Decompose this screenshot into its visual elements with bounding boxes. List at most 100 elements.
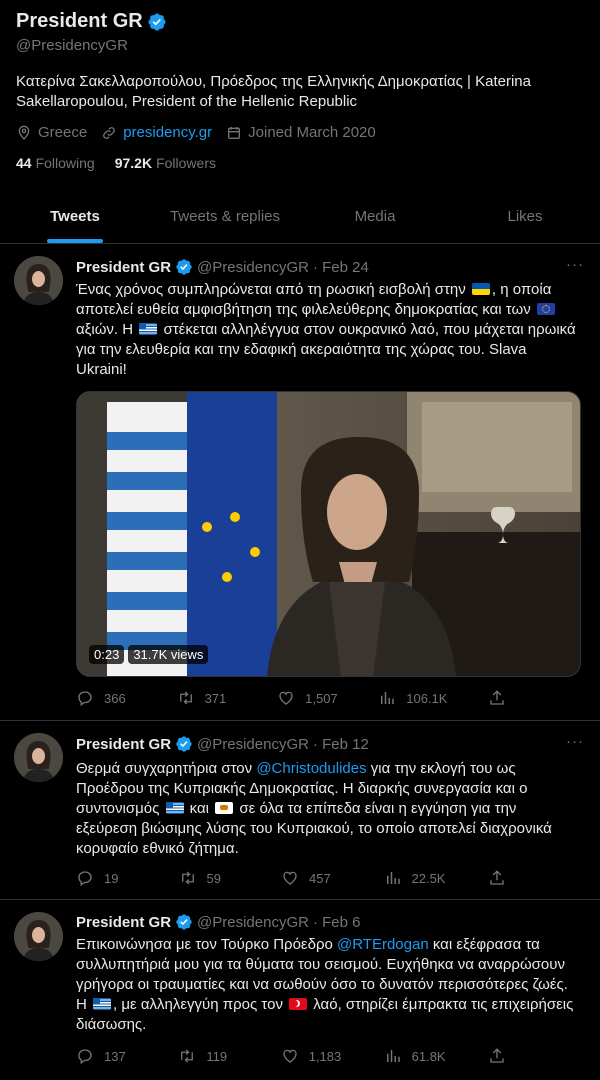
- website-item[interactable]: presidency.gr: [101, 124, 212, 141]
- link-icon: [103, 126, 116, 139]
- retweet-icon: [178, 1047, 196, 1065]
- tweet-author-handle[interactable]: @PresidencyGR: [197, 736, 309, 753]
- tweet-text-part: Επικοινώνησα με τον Τούρκο Πρόεδρο: [76, 936, 333, 953]
- tweet-actions: 137 119 1,183 61.8K: [76, 1047, 506, 1065]
- calendar-icon: [228, 126, 241, 139]
- tweet-author-handle[interactable]: @PresidencyGR: [197, 914, 309, 931]
- share-icon: [488, 689, 506, 707]
- retweet-button[interactable]: 119: [178, 1047, 238, 1065]
- reply-button[interactable]: 137: [76, 1047, 136, 1065]
- tweet[interactable]: President GR @PresidencyGR · Feb 6 Επικο…: [0, 900, 600, 1080]
- tweet-author-name[interactable]: President GR: [76, 259, 171, 276]
- cyprus-flag-icon: [215, 802, 234, 814]
- tweet[interactable]: President GR @PresidencyGR · Feb 24 ··· …: [0, 244, 600, 721]
- greece-flag-icon: [139, 323, 158, 335]
- tweet-author-handle[interactable]: @PresidencyGR: [197, 259, 309, 276]
- followers-label: Followers: [156, 155, 216, 171]
- verified-badge-icon[interactable]: [175, 735, 193, 753]
- like-count: 457: [309, 870, 331, 886]
- like-button[interactable]: 1,183: [281, 1047, 342, 1065]
- following-link[interactable]: 44 Following: [16, 155, 95, 171]
- retweet-count: 59: [206, 870, 221, 886]
- tweet-text-part: και: [189, 800, 209, 817]
- retweet-button[interactable]: 371: [177, 689, 237, 707]
- follow-stats: 44 Following 97.2K Followers: [16, 155, 216, 171]
- tab-label: Media: [354, 208, 396, 225]
- avatar[interactable]: [14, 256, 63, 305]
- reply-count: 137: [104, 1048, 126, 1064]
- more-options-icon[interactable]: ···: [566, 733, 584, 750]
- tab-tweets-replies[interactable]: Tweets & replies: [150, 190, 300, 243]
- reply-icon: [76, 689, 94, 707]
- share-icon: [488, 869, 506, 887]
- profile-tabs: Tweets Tweets & replies Media Likes: [0, 190, 600, 244]
- profile-bio: Κατερίνα Σακελλαροπούλου, Πρόεδρος της Ε…: [16, 73, 531, 110]
- retweet-button[interactable]: 59: [179, 869, 239, 887]
- tweet-actions: 19 59 457 22.5K: [76, 869, 506, 887]
- following-label: Following: [35, 155, 95, 171]
- like-button[interactable]: 457: [281, 869, 341, 887]
- reply-icon: [76, 1047, 94, 1065]
- tweet-text: Επικοινώνησα με τον Τούρκο Πρόεδρο @RTEr…: [76, 935, 576, 1035]
- tweet-header: President GR @PresidencyGR · Feb 6: [76, 913, 361, 931]
- location-text: Greece: [38, 124, 88, 141]
- tweet-text-part: αξιών. Η: [76, 321, 134, 338]
- more-options-icon[interactable]: ···: [566, 256, 584, 273]
- retweet-count: 371: [204, 690, 227, 706]
- tweet-date[interactable]: · Feb 24: [313, 259, 369, 276]
- tweet-video[interactable]: 0:23 31.7K views: [76, 391, 581, 677]
- eu-flag-icon: [536, 303, 555, 315]
- retweet-icon: [179, 869, 197, 887]
- greece-flag-icon: [93, 998, 112, 1010]
- verified-badge-icon[interactable]: [147, 12, 167, 32]
- views-count: 106.1K: [406, 690, 448, 706]
- share-button[interactable]: [488, 869, 506, 887]
- following-count: 44: [16, 155, 32, 171]
- website-link[interactable]: presidency.gr: [123, 124, 212, 141]
- avatar[interactable]: [14, 912, 63, 961]
- verified-badge-icon[interactable]: [175, 258, 193, 276]
- location-item: Greece: [16, 124, 87, 141]
- share-button[interactable]: [488, 1047, 506, 1065]
- video-duration: 0:23: [89, 645, 125, 664]
- tweet[interactable]: President GR @PresidencyGR · Feb 12 ··· …: [0, 721, 600, 900]
- tab-tweets[interactable]: Tweets: [0, 190, 150, 243]
- share-button[interactable]: [488, 689, 506, 707]
- tweet-author-name[interactable]: President GR: [76, 914, 171, 931]
- reply-button[interactable]: 19: [76, 869, 136, 887]
- tab-likes[interactable]: Likes: [450, 190, 600, 243]
- views-icon: [378, 689, 396, 707]
- views-button[interactable]: 106.1K: [378, 689, 447, 707]
- views-count: 61.8K: [411, 1048, 446, 1064]
- followers-link[interactable]: 97.2K Followers: [115, 155, 216, 171]
- video-thumbnail: [77, 392, 580, 676]
- reply-button[interactable]: 366: [76, 689, 136, 707]
- mention-link[interactable]: @RTErdogan: [337, 936, 429, 953]
- tweet-text: Θερμά συγχαρητήρια στον @Christodulides …: [76, 759, 576, 859]
- like-count: 1,183: [308, 1048, 342, 1064]
- verified-badge-icon[interactable]: [175, 913, 193, 931]
- tweet-actions: 366 371 1,507 106.1K: [76, 689, 506, 707]
- tab-media[interactable]: Media: [300, 190, 450, 243]
- profile-meta: Greece presidency.gr Joined March 2020: [16, 124, 376, 141]
- mention-link[interactable]: @Christodulides: [256, 760, 366, 777]
- like-button[interactable]: 1,507: [277, 689, 338, 707]
- tweet-date[interactable]: · Feb 12: [313, 736, 369, 753]
- views-button[interactable]: 61.8K: [384, 1047, 446, 1065]
- video-views: 31.7K views: [128, 645, 209, 664]
- avatar[interactable]: [14, 733, 63, 782]
- tweet-author-name[interactable]: President GR: [76, 736, 171, 753]
- tweet-text-part: , με αλληλεγγύη προς τον: [113, 996, 283, 1013]
- retweet-count: 119: [206, 1048, 228, 1064]
- share-icon: [488, 1047, 506, 1065]
- tweet-date[interactable]: · Feb 6: [313, 914, 361, 931]
- reply-icon: [76, 869, 94, 887]
- profile-handle: @PresidencyGR: [16, 37, 128, 54]
- like-count: 1,507: [305, 690, 338, 706]
- followers-count: 97.2K: [114, 155, 153, 171]
- tweet-text: Ένας χρόνος συμπληρώνεται από τη ρωσική …: [76, 280, 576, 380]
- like-icon: [281, 869, 299, 887]
- views-button[interactable]: 22.5K: [384, 869, 445, 887]
- like-icon: [277, 689, 295, 707]
- tab-label: Tweets: [50, 208, 100, 225]
